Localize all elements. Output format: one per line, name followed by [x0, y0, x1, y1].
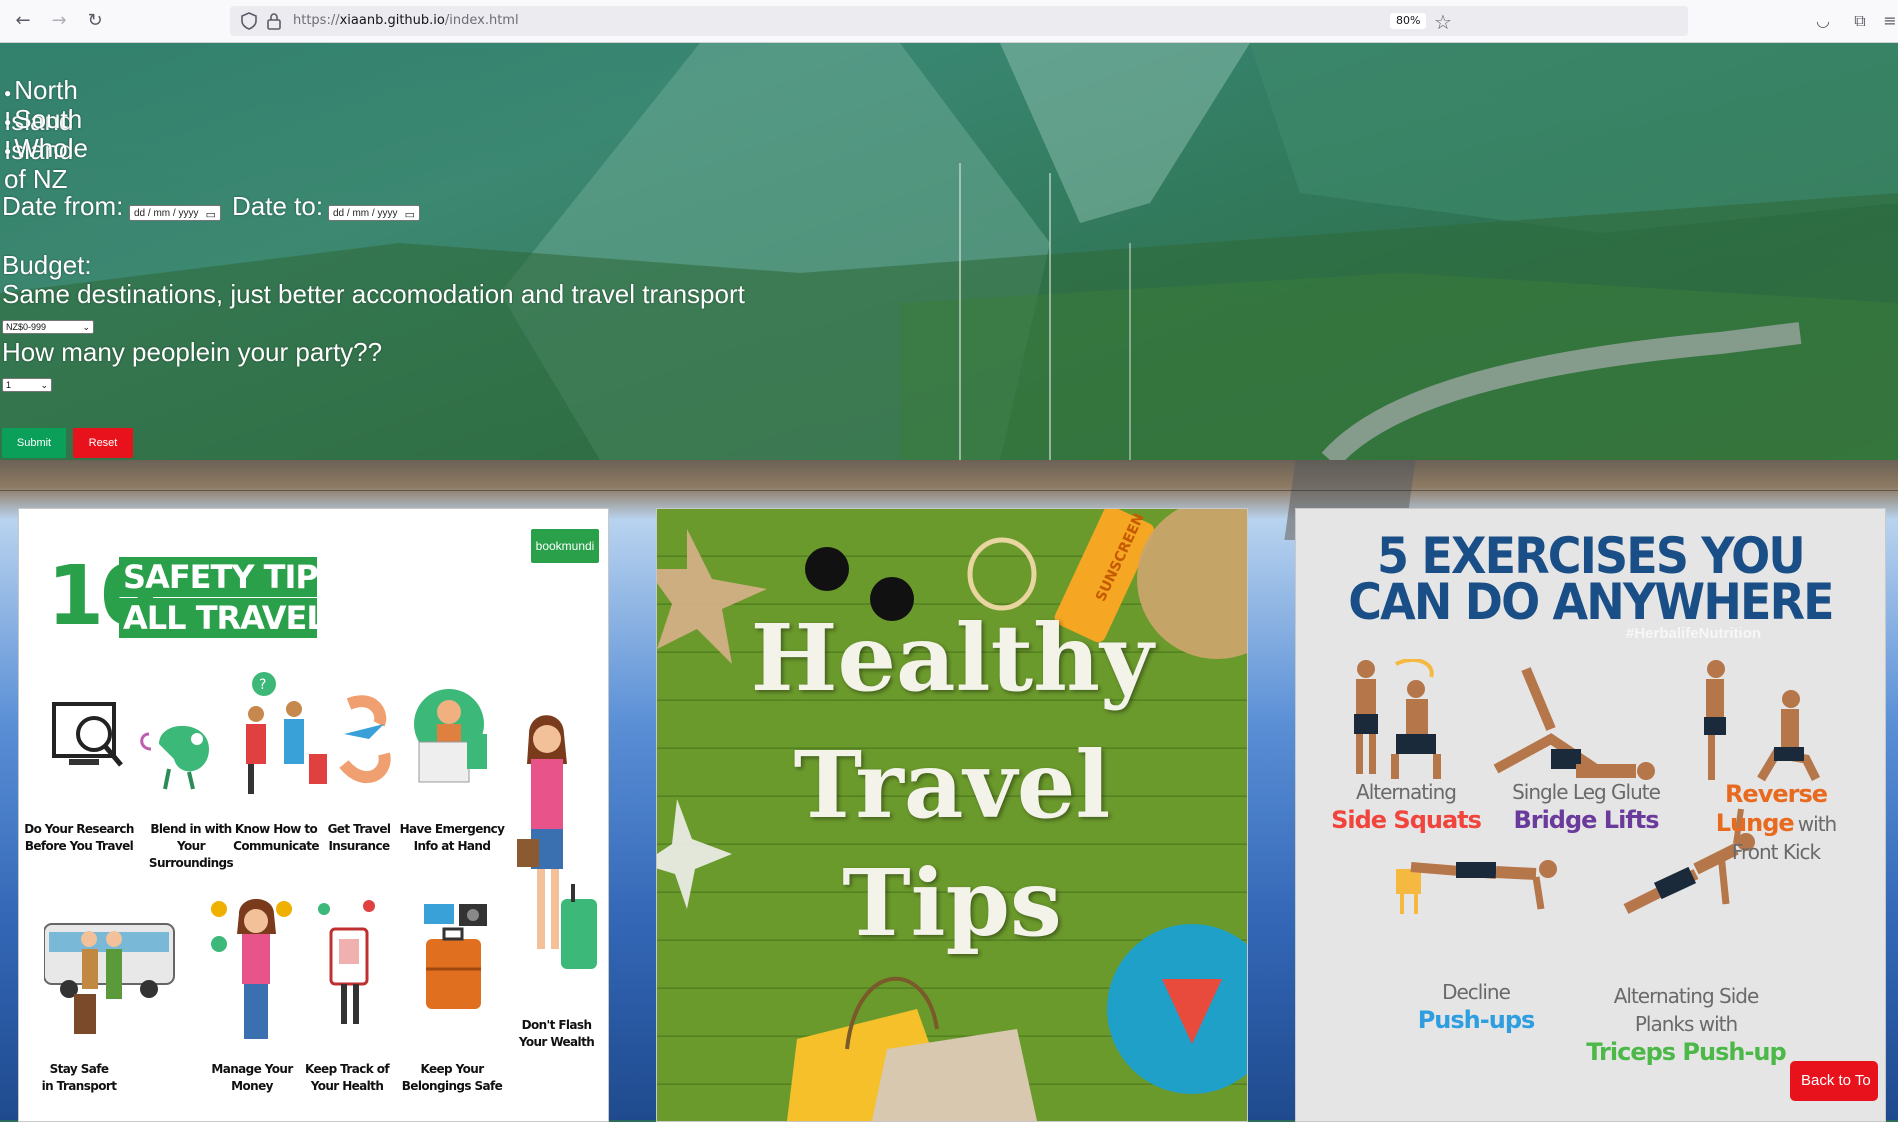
- tip-caption: Get Travel Insurance: [327, 822, 391, 853]
- mountain-road-background: [0, 43, 1898, 460]
- date-from-label: Date from:: [2, 191, 124, 221]
- pocket-icon[interactable]: ◡: [1813, 11, 1833, 31]
- tips-word: Tips: [842, 849, 1062, 957]
- tip-caption: Manage Your Money: [211, 1062, 293, 1093]
- tip-caption: Know How to Communicate: [233, 822, 319, 853]
- party-size-select[interactable]: 1 ⌄: [2, 378, 52, 392]
- tip-caption: Do Your Research Before You Travel: [24, 822, 134, 853]
- travel-word: Travel: [793, 731, 1111, 839]
- safety-tips-image: 10 SAFETY TIPS FOR ALL TRAVELERS bookmun…: [18, 508, 609, 1122]
- date-from-input[interactable]: dd / mm / yyyy ▭: [129, 205, 221, 221]
- money-illustration: [211, 899, 292, 1039]
- hashtag-text: #HerbalifeNutrition: [1626, 625, 1762, 642]
- shield-icon[interactable]: [240, 12, 258, 30]
- healthy-travel-tips-image: SUNSCREEN Healthy Travel Tips: [656, 508, 1248, 1122]
- health-illustration: [318, 900, 375, 1024]
- chameleon-illustration: [140, 725, 209, 790]
- exercise-caption: Reverse Lunge with Front Kick: [1715, 780, 1837, 865]
- back-to-top-button[interactable]: Back to To: [1790, 1061, 1878, 1101]
- belongings-illustration: [424, 904, 487, 1009]
- tip-caption: Keep Track of Your Health: [305, 1062, 390, 1093]
- insurance-illustration: [339, 695, 391, 784]
- submit-button[interactable]: Submit: [2, 428, 66, 458]
- menu-icon[interactable]: ≡: [1880, 11, 1898, 31]
- chevron-down-icon: ⌄: [82, 322, 90, 332]
- tip-caption: Have Emergency Info at Hand: [399, 822, 505, 853]
- budget-note: Same destinations, just better accomodat…: [2, 279, 745, 309]
- exercise-caption: Single Leg Glute Bridge Lifts: [1512, 780, 1661, 834]
- bookmark-star-icon[interactable]: ☆: [1434, 10, 1452, 34]
- calendar-icon[interactable]: ▭: [405, 207, 415, 223]
- bookmundi-logo: bookmundi: [531, 529, 599, 563]
- emergency-info-illustration: [414, 689, 487, 783]
- party-size-label: How many peoplein your party??: [2, 337, 383, 367]
- section-divider: [0, 490, 1898, 491]
- svg-text:?: ?: [259, 677, 266, 693]
- date-to-label: Date to:: [232, 191, 324, 221]
- exercise-caption: Decline Push-ups: [1417, 980, 1536, 1034]
- bus-illustration: [44, 923, 175, 1034]
- tip-caption: Stay Safe in Transport: [41, 1062, 117, 1093]
- exercise-caption: Alternating Side Planks with Triceps Push-…: [1586, 984, 1786, 1066]
- zoom-level[interactable]: 80%: [1390, 13, 1427, 29]
- traveler-woman-illustration: [517, 715, 597, 969]
- exercises-image: 5 EXERCISES YOU CAN DO ANYWHERE #Herbali…: [1295, 508, 1886, 1122]
- research-illustration: [52, 702, 123, 767]
- region-whole-nz[interactable]: ● Whole of NZ: [4, 133, 88, 195]
- lock-icon[interactable]: [266, 12, 282, 30]
- healthy-word: Healthy: [750, 604, 1154, 712]
- communicate-illustration: ?: [246, 672, 327, 794]
- browser-toolbar: ← → ↻ https://xiaanb.github.io/index.htm…: [0, 0, 1898, 43]
- url-text[interactable]: https://xiaanb.github.io/index.html: [293, 13, 519, 28]
- back-arrow-icon[interactable]: ←: [12, 10, 34, 32]
- chevron-down-icon: ⌄: [40, 380, 48, 390]
- safety-tips-title-line1: SAFETY TIPS FOR: [119, 557, 422, 597]
- reload-icon[interactable]: ↻: [84, 10, 106, 32]
- budget-select[interactable]: NZ$0-999 ⌄: [2, 320, 94, 334]
- date-to-input[interactable]: dd / mm / yyyy ▭: [328, 205, 420, 221]
- tip-caption: Don't Flash Your Wealth: [518, 1018, 595, 1049]
- budget-label: Budget:: [2, 250, 92, 280]
- extensions-icon[interactable]: ⧉: [1850, 11, 1870, 31]
- tip-caption: Keep Your Belongings Safe: [401, 1062, 503, 1093]
- exercise-caption: Alternating Side Squats: [1331, 780, 1482, 834]
- safety-tips-title-line2: ALL TRAVELERS: [119, 598, 393, 638]
- address-bar[interactable]: https://xiaanb.github.io/index.html 80% …: [230, 6, 1688, 36]
- reset-button[interactable]: Reset: [73, 428, 133, 458]
- exercises-title-line2: CAN DO ANYWHERE: [1348, 573, 1834, 631]
- hero-form-section: ● North Island ● South Island ● Whole of NZ…: [0, 43, 1898, 460]
- forward-arrow-icon[interactable]: →: [48, 10, 70, 32]
- calendar-icon[interactable]: ▭: [206, 207, 216, 223]
